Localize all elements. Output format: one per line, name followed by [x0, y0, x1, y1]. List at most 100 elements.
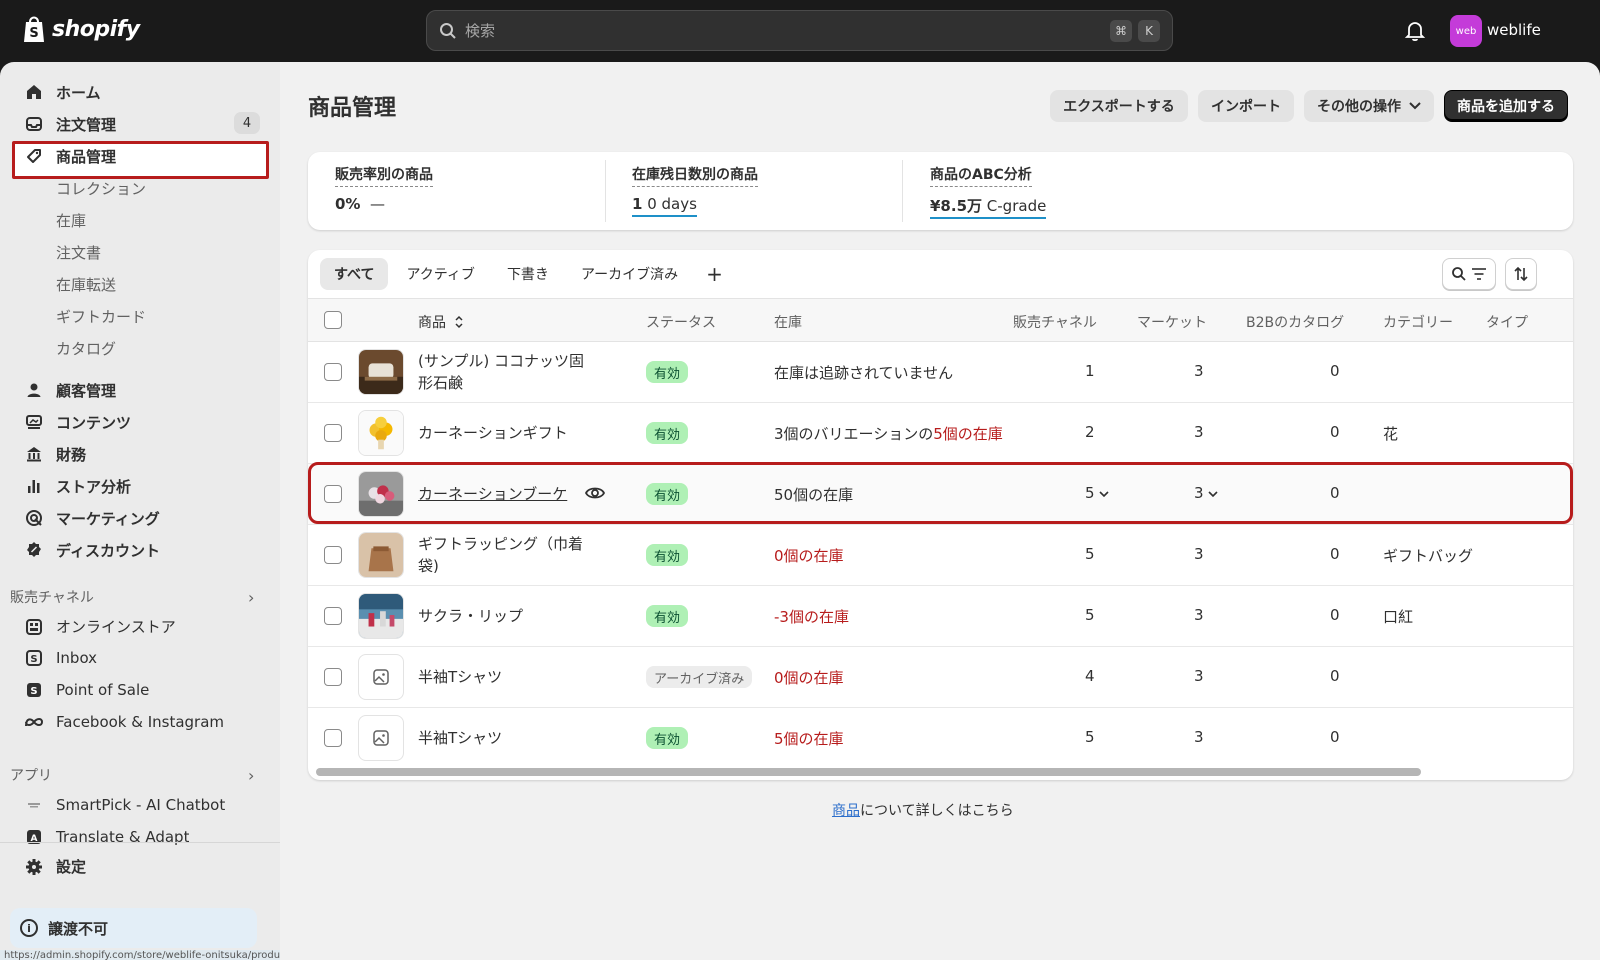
product-name[interactable]: カーネーションギフト	[418, 422, 598, 444]
column-sales-channels: 販売チャネル	[1013, 315, 1097, 331]
product-thumbnail-placeholder	[358, 715, 404, 761]
sidebar-item-orders[interactable]: 注文管理	[14, 109, 116, 139]
sidebar-channel-facebook-instagram[interactable]: Facebook & Instagram	[14, 712, 224, 732]
product-name-link[interactable]: カーネーションブーケ	[418, 483, 567, 505]
sidebar-channel-pos[interactable]: S Point of Sale	[14, 680, 149, 700]
sidebar-item-marketing[interactable]: マーケティング	[14, 503, 160, 533]
tab-active[interactable]: アクティブ	[392, 258, 488, 290]
shortcut-hint: ⌘ K	[1110, 19, 1160, 42]
store-name[interactable]: weblife	[1487, 21, 1541, 39]
column-type: タイプ	[1486, 315, 1528, 331]
tab-draft[interactable]: 下書き	[493, 258, 563, 290]
avatar[interactable]: web	[1450, 15, 1482, 47]
horizontal-scrollbar[interactable]	[316, 768, 1421, 776]
sidebar-app-smartpick[interactable]: SmartPick - AI Chatbot	[14, 795, 225, 815]
markets-dropdown[interactable]: 3	[1194, 484, 1218, 502]
tab-all[interactable]: すべて	[320, 258, 389, 290]
search-icon	[1452, 267, 1466, 281]
non-transferable-notice[interactable]: i 譲渡不可	[10, 908, 257, 948]
image-placeholder-icon	[373, 669, 389, 685]
info-icon: i	[20, 919, 38, 937]
table-row[interactable]: カーネーションギフト 有効 3個のバリエーションの5個の在庫 2 3 0 花	[308, 403, 1573, 464]
select-all-checkbox[interactable]	[324, 311, 342, 329]
sidebar-channel-inbox[interactable]: S Inbox	[14, 648, 97, 668]
sidebar-item-settings[interactable]: 設定	[14, 856, 86, 877]
sidebar-item-label: ストア分析	[56, 477, 132, 496]
filter-icon	[1472, 268, 1486, 280]
sales-channels-heading: 販売チャネル	[10, 590, 94, 606]
sidebar-sub-catalogs[interactable]: カタログ	[56, 338, 116, 359]
row-checkbox[interactable]	[324, 729, 342, 747]
add-product-button[interactable]: 商品を追加する	[1444, 90, 1568, 122]
column-markets: マーケット	[1137, 315, 1207, 331]
table-row[interactable]: 半袖Tシャツ 有効 5個の在庫 5 3 0	[308, 708, 1573, 769]
markets-count: 3	[1194, 545, 1204, 563]
product-name[interactable]: 半袖Tシャツ	[418, 727, 598, 749]
export-button[interactable]: エクスポートする	[1050, 90, 1188, 122]
stat-divider	[902, 160, 903, 222]
sidebar-item-content[interactable]: コンテンツ	[14, 407, 131, 437]
import-button[interactable]: インポート	[1198, 90, 1294, 122]
stat-days-inventory[interactable]: 在庫残日数別の商品 1 0 days	[632, 164, 758, 217]
search-filter-button[interactable]	[1442, 258, 1496, 290]
markets-count: 3	[1194, 667, 1204, 685]
apps-heading: アプリ	[10, 768, 52, 784]
sort-button[interactable]	[1505, 258, 1537, 290]
row-checkbox[interactable]	[324, 607, 342, 625]
table-row[interactable]: カーネーションブーケ 有効 50個の在庫 5 3 0	[308, 464, 1573, 525]
sidebar-app-translate[interactable]: A Translate & Adapt	[14, 827, 189, 847]
target-icon	[24, 508, 44, 528]
status-badge: 有効	[646, 544, 689, 566]
table-row[interactable]: 半袖Tシャツ アーカイブ済み 0個の在庫 4 3 0	[308, 647, 1573, 708]
chevron-down-icon	[1409, 102, 1421, 110]
add-view-button[interactable]: +	[696, 258, 733, 290]
chart-icon	[24, 476, 44, 496]
column-b2b-catalogs: B2Bのカタログ	[1246, 315, 1345, 331]
sidebar-sub-gift-cards[interactable]: ギフトカード	[56, 306, 146, 327]
product-name[interactable]: 半袖Tシャツ	[418, 666, 598, 688]
sidebar-channel-online-store[interactable]: オンラインストア	[14, 616, 176, 637]
product-name[interactable]: (サンプル) ココナッツ固形石鹸	[418, 350, 598, 394]
bank-icon	[24, 444, 44, 464]
sidebar-item-finance[interactable]: 財務	[14, 439, 86, 469]
row-checkbox[interactable]	[324, 546, 342, 564]
row-checkbox[interactable]	[324, 668, 342, 686]
product-thumbnail-placeholder	[358, 654, 404, 700]
inventory-value: 0個の在庫	[774, 547, 844, 565]
stat-abc-analysis[interactable]: 商品のABC分析 ¥8.5万 C-grade	[930, 164, 1047, 219]
products-help-link[interactable]: 商品	[832, 803, 860, 819]
product-thumbnail-sakura-lip	[358, 593, 404, 639]
sidebar-item-products[interactable]: 商品管理	[14, 141, 116, 171]
sidebar-item-analytics[interactable]: ストア分析	[14, 471, 131, 501]
sidebar-sub-purchase-orders[interactable]: 注文書	[56, 242, 101, 263]
more-actions-button[interactable]: その他の操作	[1304, 90, 1434, 122]
sidebar-item-label: Inbox	[56, 649, 98, 667]
table-row[interactable]: サクラ・リップ 有効 -3個の在庫 5 3 0 口紅	[308, 586, 1573, 647]
stat-divider	[605, 160, 606, 222]
table-row[interactable]: ギフトラッピング（巾着袋) 有効 0個の在庫 5 3 0 ギフトバッグ	[308, 525, 1573, 586]
sidebar-sub-collections[interactable]: コレクション	[56, 178, 146, 199]
channels-dropdown[interactable]: 5	[1085, 484, 1109, 502]
eye-icon[interactable]	[585, 485, 605, 501]
tab-archived[interactable]: アーカイブ済み	[567, 258, 692, 290]
chevron-right-icon[interactable]: ›	[248, 588, 254, 607]
sidebar-sub-transfers[interactable]: 在庫転送	[56, 274, 116, 295]
sidebar-item-home[interactable]: ホーム	[14, 77, 101, 107]
table-row[interactable]: (サンプル) ココナッツ固形石鹸 有効 在庫は追跡されていません 1 3 0	[308, 342, 1573, 403]
bell-icon[interactable]	[1404, 20, 1426, 42]
sidebar-sub-inventory[interactable]: 在庫	[56, 210, 86, 231]
row-checkbox[interactable]	[324, 424, 342, 442]
row-checkbox[interactable]	[324, 363, 342, 381]
column-product[interactable]: 商品	[418, 312, 464, 332]
shopify-logo[interactable]: S shopify	[22, 14, 140, 44]
sidebar-item-customers[interactable]: 顧客管理	[14, 375, 116, 405]
product-name[interactable]: サクラ・リップ	[418, 605, 598, 627]
sidebar-item-discounts[interactable]: ディスカウント	[14, 535, 160, 565]
sidebar-divider	[0, 842, 280, 843]
row-checkbox[interactable]	[324, 485, 342, 503]
b2b-count: 0	[1330, 545, 1340, 563]
product-name[interactable]: ギフトラッピング（巾着袋)	[418, 533, 598, 577]
chevron-right-icon[interactable]: ›	[248, 766, 254, 785]
search-bar[interactable]: 検索 ⌘ K	[426, 10, 1173, 51]
stat-sell-through[interactable]: 販売率別の商品 0% —	[335, 164, 433, 213]
